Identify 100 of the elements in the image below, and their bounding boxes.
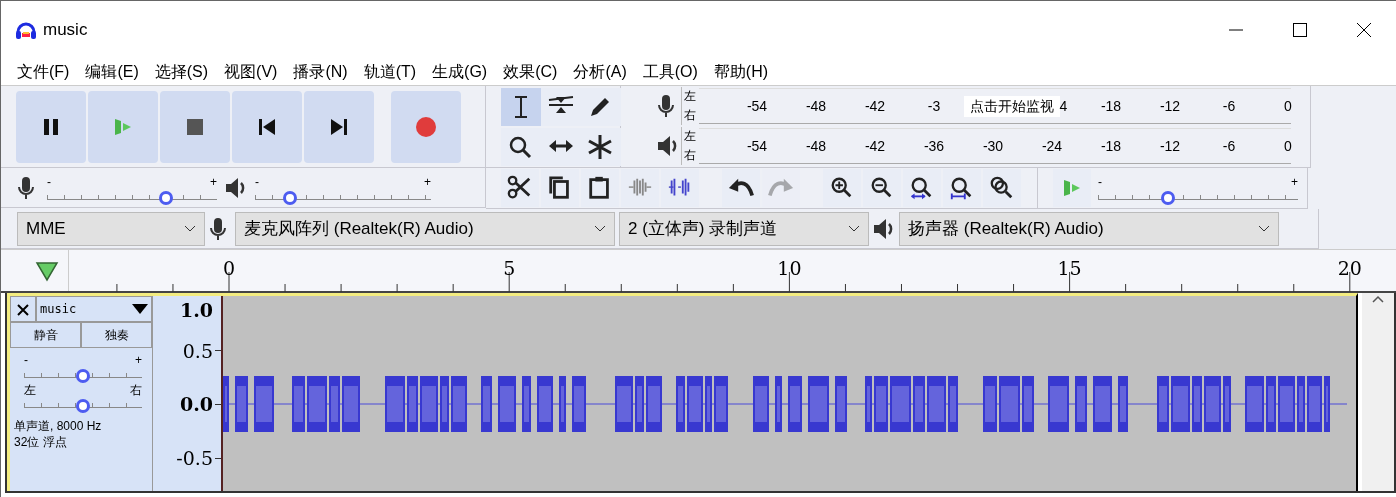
close-icon [1357, 23, 1371, 37]
chevron-down-icon [184, 224, 196, 233]
meter-tick: 4 [1059, 96, 1069, 116]
solo-button[interactable]: 独奏 [81, 322, 152, 348]
slider-max-label: + [424, 175, 431, 188]
level-meter[interactable]: -54 -48 -42 -3 点击开始监视 4 -18 -12 -6 0 [698, 88, 1291, 124]
slider-max-label: + [135, 354, 142, 366]
pause-button[interactable] [16, 90, 86, 163]
meter-tick: -36 [922, 136, 946, 156]
track-info: 32位 浮点 [13, 434, 68, 450]
channel-label: 左 [683, 128, 697, 145]
menu-item[interactable]: 选择(S) [146, 60, 217, 84]
cut-button[interactable] [501, 169, 539, 207]
tool-button[interactable] [541, 87, 581, 126]
menu-item[interactable]: 视图(V) [216, 60, 286, 84]
close-button[interactable] [10, 296, 36, 322]
ruler-label: 5 [503, 256, 516, 281]
skip-end-button[interactable] [304, 90, 374, 163]
tool-button[interactable] [501, 87, 541, 126]
ruler-label: 20 [1337, 256, 1362, 281]
slider-thumb[interactable] [76, 399, 90, 413]
amplitude-label: 0.0 [179, 391, 213, 417]
menu-item[interactable]: 播录(N) [285, 60, 356, 84]
menu-item[interactable]: 分析(A) [565, 60, 635, 84]
fit-button[interactable] [903, 169, 941, 207]
device-dropdown[interactable]: MME [17, 211, 205, 246]
device-dropdown[interactable]: 麦克风阵列 (Realtek(R) Audio) [235, 211, 615, 246]
menu-item[interactable]: 生成(G) [424, 60, 496, 84]
tool-button[interactable] [581, 87, 621, 126]
meter-tick: -48 [804, 96, 828, 116]
menu-item[interactable]: 效果(C) [495, 60, 566, 84]
meter-tick: -42 [863, 136, 887, 156]
record-button[interactable] [391, 90, 461, 163]
zoom-button[interactable] [983, 169, 1021, 207]
window-title: music [43, 19, 88, 42]
minimize-icon [1229, 29, 1243, 31]
stop-button[interactable] [160, 90, 230, 163]
slider-max-label: 右 [130, 384, 142, 396]
device-dropdown[interactable]: 扬声器 (Realtek(R) Audio) [899, 211, 1279, 246]
meter-tick: -24 [1040, 136, 1064, 156]
channel-label: 右 [683, 107, 697, 124]
channel-label: 左 [683, 88, 697, 105]
menu-item[interactable]: 文件(F) [9, 60, 78, 84]
undo-button[interactable] [722, 169, 760, 207]
meter-tick: 0 [1283, 136, 1293, 156]
scroll-up-icon[interactable] [1371, 293, 1385, 305]
slider-max-label: + [1291, 176, 1298, 188]
play-head-icon[interactable] [34, 259, 59, 282]
chevron-down-icon [594, 224, 606, 233]
meter-tick: -6 [1221, 136, 1237, 156]
slider-min-label: - [255, 175, 259, 188]
slider-thumb[interactable] [76, 369, 90, 383]
meter-tick: -30 [981, 136, 1005, 156]
track-info: 单声道, 8000 Hz [13, 418, 103, 434]
slider-thumb[interactable] [283, 190, 298, 205]
meter-tick: 0 [1283, 96, 1293, 116]
meter-tick: -6 [1221, 96, 1237, 116]
tool-button[interactable] [501, 127, 541, 166]
meter-tick: -48 [804, 136, 828, 156]
menu-item[interactable]: 工具(O) [634, 60, 706, 84]
silence-button[interactable] [661, 169, 699, 207]
meter-tick: -18 [1099, 136, 1123, 156]
paste-button[interactable] [581, 169, 619, 207]
record-icon [415, 115, 437, 138]
ruler-label: 10 [777, 256, 802, 281]
meter-tick: -54 [745, 96, 769, 116]
ruler-label: 15 [1057, 256, 1082, 281]
slider-thumb[interactable] [1161, 191, 1175, 205]
slider-min-label: - [47, 175, 51, 188]
meter-tick: -12 [1158, 96, 1182, 116]
tool-button[interactable] [581, 127, 621, 166]
close-icon [17, 303, 29, 316]
fit-button[interactable] [943, 169, 981, 207]
amplitude-label: 1.0 [179, 297, 213, 323]
meter-tick: -12 [1158, 136, 1182, 156]
dropdown-arrow-icon [132, 304, 148, 314]
zoom-button[interactable] [863, 169, 901, 207]
amplitude-label: 0.5 [182, 338, 213, 364]
device-dropdown[interactable]: 2 (立体声) 录制声道 [619, 211, 869, 246]
meter-hint: 点击开始监视 [963, 95, 1060, 117]
track-name-menu[interactable]: music [36, 296, 152, 322]
slider-thumb[interactable] [159, 190, 173, 205]
channel-label: 右 [683, 147, 697, 164]
menu-item[interactable]: 编辑(E) [77, 60, 147, 84]
maximize-icon [1293, 23, 1307, 37]
menu-item[interactable]: 轨道(T) [355, 60, 425, 84]
copy-button[interactable] [541, 169, 579, 207]
zoom-button[interactable] [823, 169, 861, 207]
mute-button[interactable]: 静音 [10, 322, 81, 348]
meter-tick: -42 [863, 96, 887, 116]
skip-start-button[interactable] [232, 90, 302, 163]
chevron-down-icon [1258, 224, 1270, 233]
slider-min-label: - [24, 354, 28, 366]
amplitude-label: -0.5 [176, 445, 213, 471]
menu-item[interactable]: 帮助(H) [705, 60, 777, 84]
slider-max-label: + [210, 175, 217, 188]
slider-min-label: - [1098, 176, 1102, 188]
level-meter[interactable]: -54 -48 -42 -36 -30 -24 -18 -12 -6 0 [698, 128, 1291, 164]
meter-tick: -54 [745, 136, 769, 156]
waveform-area[interactable] [223, 296, 1356, 491]
